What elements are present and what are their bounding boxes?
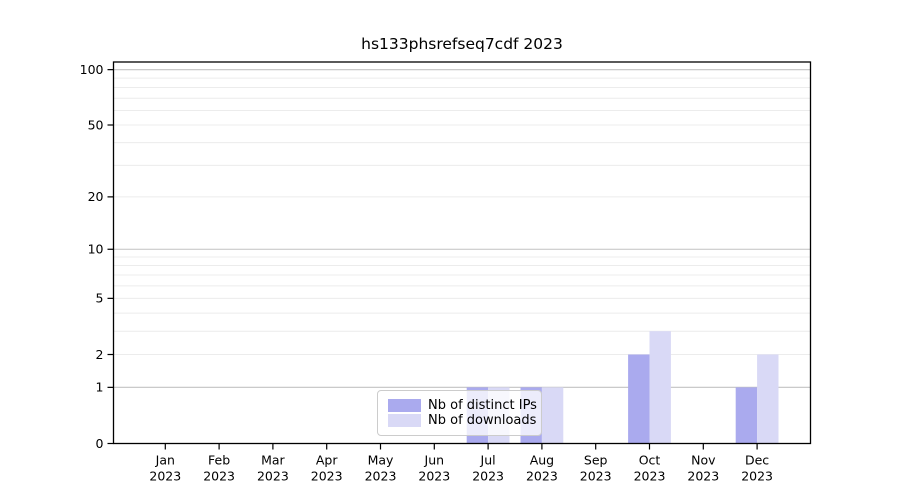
x-tick-label-month: Jul [480,453,496,468]
y-tick-label: 1 [96,380,104,395]
x-tick-label-year: 2023 [257,469,289,484]
x-tick-label-month: Dec [745,453,769,468]
x-tick-label-month: Aug [530,453,554,468]
plot-border [112,61,812,445]
bar-distinct-ips-oct [628,354,650,444]
y-tick-label: 5 [96,291,104,306]
x-tick-label-month: Oct [639,453,661,468]
legend: Nb of distinct IPs Nb of downloads [377,390,542,436]
bar-downloads-dec [757,354,779,444]
y-tick-label: 20 [88,189,104,204]
legend-item-downloads: Nb of downloads [388,414,536,428]
x-tick-label-month: Apr [316,453,338,468]
x-tick-label-year: 2023 [687,469,719,484]
x-tick-label-year: 2023 [311,469,343,484]
bar-downloads-aug [541,387,564,444]
x-tick-label-month: Nov [691,453,716,468]
y-tick-label: 50 [88,117,104,132]
legend-item-distinct-ips: Nb of distinct IPs [388,398,537,412]
x-tick-label-year: 2023 [203,469,235,484]
legend-label-distinct-ips: Nb of distinct IPs [428,397,537,413]
x-tick-label-year: 2023 [741,469,773,484]
y-tick-label: 10 [88,242,104,257]
x-tick-label-month: May [368,453,394,468]
legend-swatch-downloads [388,414,421,428]
x-tick-label-year: 2023 [580,469,612,484]
x-tick-label-month: Mar [261,453,285,468]
x-tick-label-year: 2023 [365,469,397,484]
bar-distinct-ips-dec [735,387,758,444]
legend-label-downloads: Nb of downloads [428,413,537,429]
x-tick-label-year: 2023 [418,469,450,484]
x-tick-label-year: 2023 [634,469,666,484]
x-tick-label-year: 2023 [526,469,558,484]
y-tick-label: 100 [80,62,104,77]
x-tick-label-month: Feb [208,453,230,468]
x-tick-label-year: 2023 [149,469,181,484]
figure: hs133phsrefseq7cdf 2023 0 1 2 5 10 20 50 100 Jan… [0,0,900,500]
x-tick-label-year: 2023 [472,469,504,484]
y-tick-label: 2 [96,347,104,362]
legend-swatch-distinct-ips [388,398,421,412]
y-tick-label: 0 [96,436,104,451]
bar-downloads-oct [649,331,671,444]
x-tick-label-month: Jan [155,453,175,468]
x-tick-label-month: Jun [424,453,445,468]
x-tick-label-month: Sep [584,453,608,468]
